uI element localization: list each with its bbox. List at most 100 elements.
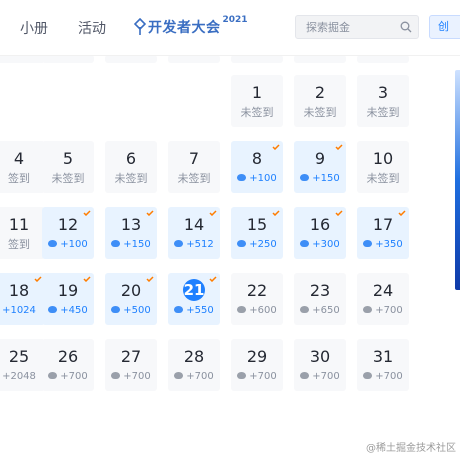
search-icon[interactable] [400,21,412,33]
create-button[interactable]: 创 [429,15,460,39]
calendar-day-cell[interactable]: 5 未签到 [42,141,94,193]
calendar-day-cell[interactable]: 22 +600 [231,273,283,325]
calendar-day-cell[interactable]: 23 +650 [294,273,346,325]
sign-in-status: 签到 [8,238,30,251]
calendar-day-cell[interactable]: 26 +700 [42,339,94,391]
calendar-day-cell[interactable]: 12 +100 [42,207,94,259]
calendar-day-cell[interactable]: 2 未签到 [294,75,346,127]
check-icon [335,210,343,216]
day-number: 8 [251,149,263,168]
day-number: 18 [8,281,30,300]
points-value: +100 [249,173,277,184]
calendar-day-cell[interactable]: 29 +700 [231,339,283,391]
calendar-day-cell[interactable]: 9 +150 [294,141,346,193]
day-number: 25 [8,347,30,366]
points-value: +500 [123,305,151,316]
calendar-cell-stub [0,55,45,63]
calendar-day-cell[interactable]: 28 +700 [168,339,220,391]
calendar-day-cell[interactable]: 3 未签到 [357,75,409,127]
ore-points: +700 [357,304,409,317]
calendar-day-cell[interactable]: 24 +700 [357,273,409,325]
sign-in-calendar: 1 未签到 2 未签到 3 未签到 4 签到 5 未签到 6 未签到 7 未签到 8 +100 9 +150 10 未… [0,0,460,460]
points-value: +700 [375,371,403,382]
ore-points: +150 [105,238,157,251]
ore-icon [300,240,310,247]
sign-in-status: 未签到 [366,172,400,185]
calendar-day-cell[interactable]: 25 +2048 [0,339,45,391]
day-number: 13 [120,215,142,234]
ore-icon [237,174,247,181]
points-value: +550 [186,305,214,316]
ore-points: +700 [105,370,157,383]
ore-points: +650 [294,304,346,317]
calendar-cell-stub [357,55,409,63]
ore-points: +2048 [0,370,45,383]
page: 1 未签到 2 未签到 3 未签到 4 签到 5 未签到 6 未签到 7 未签到 8 +100 9 +150 10 未… [0,0,460,460]
day-number: 12 [57,215,79,234]
check-icon [272,144,280,150]
day-number: 28 [183,347,205,366]
ore-icon [111,240,121,247]
calendar-day-cell[interactable]: 19 +450 [42,273,94,325]
ore-icon [237,306,247,313]
sign-in-status: 未签到 [303,106,337,119]
points-value: +300 [312,239,340,250]
day-number: 9 [314,149,326,168]
ore-points: +150 [294,172,346,185]
side-banner-edge [455,70,460,290]
calendar-day-cell[interactable]: 8 +100 [231,141,283,193]
today-marker: 21 [183,279,205,301]
calendar-day-cell[interactable]: 13 +150 [105,207,157,259]
calendar-cell-stub [231,55,283,63]
day-number: 5 [62,149,74,168]
calendar-day-cell[interactable]: 27 +700 [105,339,157,391]
devconf-link[interactable]: 开发者大会 2021 [134,15,248,39]
ore-points: +1024 [0,304,45,317]
ore-points: +700 [42,370,94,383]
ore-icon [300,372,310,379]
nav-item-booklets[interactable]: 小册 [20,18,48,38]
day-number: 7 [188,149,200,168]
points-value: +150 [312,173,340,184]
nav-item-events[interactable]: 活动 [78,18,106,38]
calendar-day-cell[interactable]: 10 未签到 [357,141,409,193]
ore-points: +550 [168,304,220,317]
calendar-day-cell[interactable]: 21 +550 [168,273,220,325]
sign-in-status: 未签到 [51,172,85,185]
ore-icon [111,306,121,313]
day-number: 15 [246,215,268,234]
calendar-day-cell[interactable]: 14 +512 [168,207,220,259]
calendar-day-cell[interactable]: 16 +300 [294,207,346,259]
calendar-day-cell[interactable]: 11 签到 [0,207,45,259]
calendar-day-cell[interactable]: 1 未签到 [231,75,283,127]
calendar-day-cell[interactable]: 15 +250 [231,207,283,259]
ore-icon [363,240,373,247]
day-number: 6 [125,149,137,168]
ore-icon [48,372,58,379]
calendar-day-cell[interactable]: 17 +350 [357,207,409,259]
ore-icon [237,240,247,247]
ore-points: +700 [231,370,283,383]
ore-icon [237,372,247,379]
calendar-day-cell[interactable]: 6 未签到 [105,141,157,193]
calendar-cell-stub [105,55,157,63]
points-value: +600 [249,305,277,316]
ore-points: +512 [168,238,220,251]
points-value: +250 [249,239,277,250]
calendar-day-cell[interactable]: 30 +700 [294,339,346,391]
points-value: +2048 [2,371,36,382]
search-input[interactable] [296,16,392,39]
ore-icon [363,372,373,379]
calendar-day-cell[interactable]: 4 签到 [0,141,45,193]
check-icon [209,210,217,216]
day-number: 19 [57,281,79,300]
day-number: 30 [309,347,331,366]
check-icon [83,276,91,282]
calendar-day-cell[interactable]: 31 +700 [357,339,409,391]
calendar-day-cell[interactable]: 18 +1024 [0,273,45,325]
calendar-day-cell[interactable]: 20 +500 [105,273,157,325]
calendar-day-cell[interactable]: 7 未签到 [168,141,220,193]
ore-points: +500 [105,304,157,317]
ore-icon [363,306,373,313]
points-value: +700 [186,371,214,382]
